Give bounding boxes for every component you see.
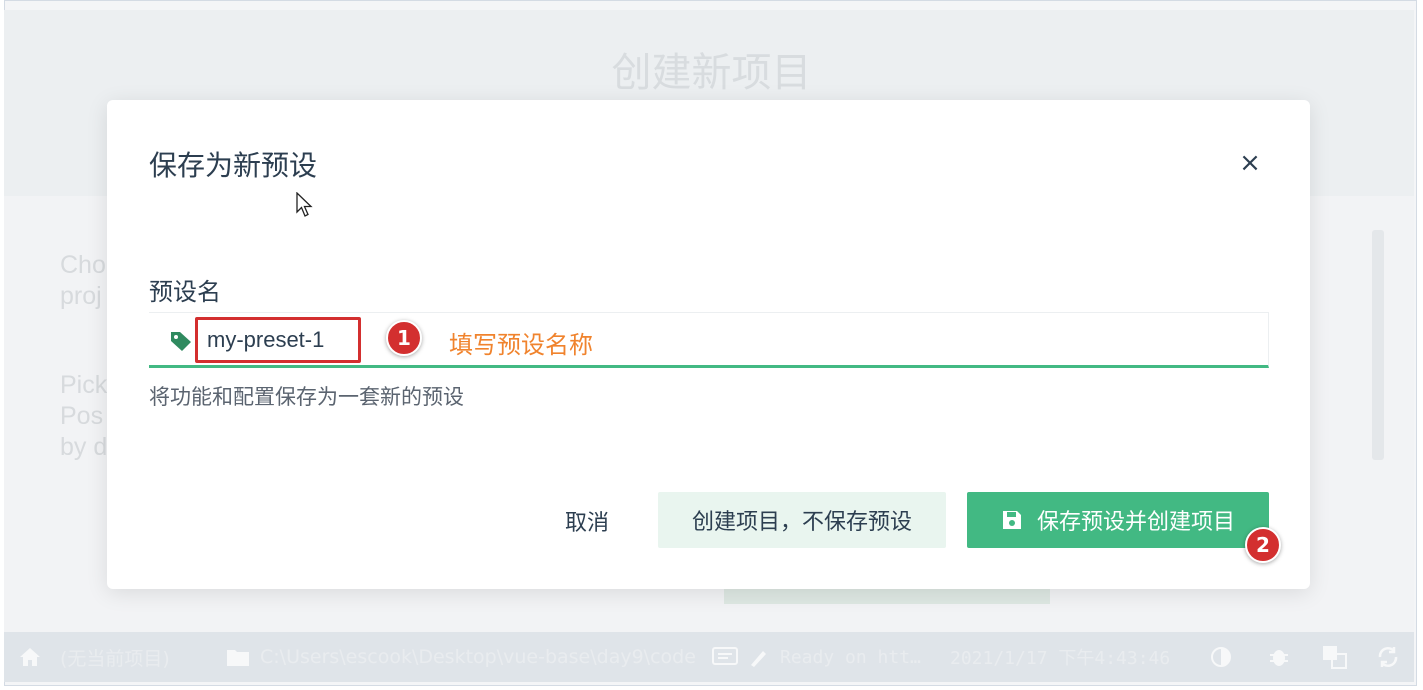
background-scrollbar	[1372, 230, 1384, 460]
preset-name-field[interactable]	[149, 312, 1269, 368]
save-icon	[1002, 511, 1021, 529]
brush-icon	[751, 651, 766, 667]
statusbar-log-text: Ready on htt…	[780, 646, 921, 668]
save-preset-and-create-button[interactable]: 保存预设并创建项目	[967, 492, 1269, 548]
refresh-icon	[1378, 647, 1398, 667]
background-text-pick: Pick Pos by d	[60, 370, 107, 463]
preset-help-text: 将功能和配置保存为一套新的预设	[149, 385, 464, 409]
contrast-icon	[1211, 647, 1231, 667]
statusbar-home[interactable]: (无当前项目)	[18, 632, 170, 682]
tag-icon	[171, 332, 191, 351]
folder-icon	[227, 650, 249, 666]
translate-icon	[1323, 646, 1347, 669]
background-text-choose-line: Cho	[60, 251, 106, 279]
statusbar-timestamp-wrap: 2021/1/17 下午4:43:46	[950, 632, 1170, 682]
statusbar-translate[interactable]	[1322, 632, 1348, 682]
mouse-cursor-icon	[296, 192, 313, 217]
annotation-text-1: 填写预设名称	[449, 331, 593, 359]
background-text-pick-line: Pos	[60, 402, 104, 430]
save-preset-and-create-label: 保存预设并创建项目	[1036, 510, 1235, 535]
annotation-badge-1: 1	[386, 320, 422, 356]
create-without-saving-button[interactable]: 创建项目，不保存预设	[658, 492, 946, 548]
terminal-icon	[712, 647, 738, 665]
statusbar-log[interactable]: Ready on htt…	[712, 632, 921, 682]
statusbar-bug-report[interactable]	[1268, 632, 1290, 682]
background-text-pick-line: Pick	[60, 371, 108, 399]
background-page-title: 创建新项目	[611, 50, 812, 96]
preset-name-input-highlight	[195, 317, 361, 363]
statusbar-path-text: C:\Users\escook\Desktop\vue-base\day9\co…	[260, 646, 696, 668]
bug-icon	[1270, 650, 1288, 666]
statusbar-timestamp: 2021/1/17 下午4:43:46	[950, 648, 1171, 669]
statusbar-project: (无当前项目)	[60, 647, 170, 670]
statusbar-path[interactable]: C:\Users\escook\Desktop\vue-base\day9\co…	[226, 632, 696, 682]
annotation-badge-2: 2	[1245, 527, 1281, 563]
statusbar-refresh[interactable]	[1376, 632, 1400, 682]
background-text-choose: Cho proj	[60, 250, 106, 312]
cancel-button[interactable]: 取消	[547, 493, 627, 549]
home-icon	[20, 648, 40, 666]
statusbar-theme-toggle[interactable]	[1210, 632, 1232, 682]
save-preset-dialog: 保存为新预设 × 预设名 1 填写预设名称 将功能和配置保存为一套新的预设 取消…	[107, 100, 1310, 589]
status-bar: (无当前项目) C:\Users\escook\Desktop\vue-base…	[4, 632, 1414, 682]
dialog-title: 保存为新预设	[149, 149, 318, 182]
preset-name-input[interactable]	[207, 327, 347, 353]
background-text-pick-line: by d	[60, 433, 108, 461]
preset-name-label: 预设名	[149, 278, 221, 306]
close-button[interactable]: ×	[1235, 148, 1265, 178]
background-text-choose-line: proj	[60, 282, 102, 310]
